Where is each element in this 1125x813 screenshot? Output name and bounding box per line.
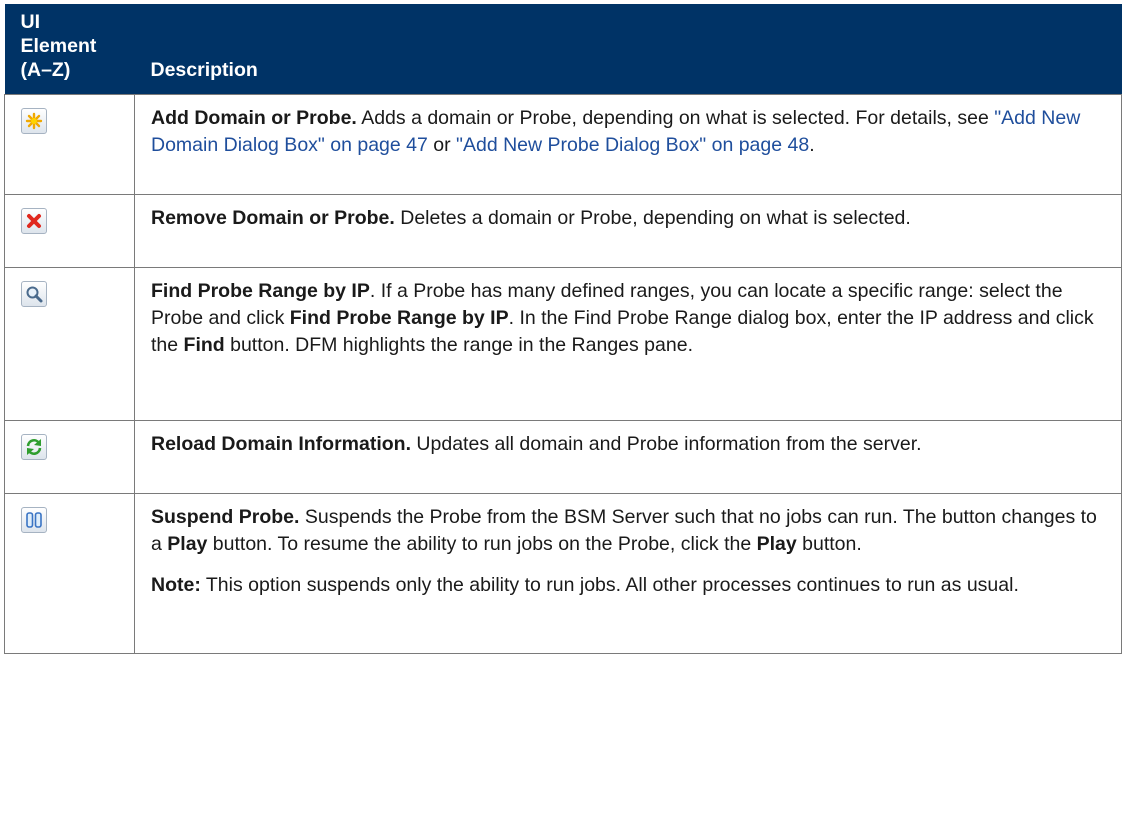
description-text: Deletes a domain or Probe, depending on … bbox=[394, 207, 911, 229]
description-paragraph: Find Probe Range by IP. If a Probe has m… bbox=[151, 278, 1107, 359]
table-row: Remove Domain or Probe. Deletes a domain… bbox=[4, 194, 1122, 268]
icon-cell bbox=[4, 194, 135, 268]
icon-cell bbox=[4, 94, 135, 195]
bold-term: Find Probe Range by IP bbox=[289, 307, 509, 329]
pause-icon bbox=[21, 507, 47, 533]
description-paragraph: Remove Domain or Probe. Deletes a domain… bbox=[151, 205, 1107, 232]
icon-cell bbox=[4, 267, 135, 421]
description-cell: Reload Domain Information. Updates all d… bbox=[134, 420, 1122, 494]
description-text: button. bbox=[796, 533, 862, 555]
description-cell: Suspend Probe. Suspends the Probe from t… bbox=[134, 493, 1122, 654]
description-text: button. DFM highlights the range in the … bbox=[224, 334, 693, 356]
description-cell: Find Probe Range by IP. If a Probe has m… bbox=[134, 267, 1122, 421]
description-cell: Add Domain or Probe. Adds a domain or Pr… bbox=[134, 94, 1122, 195]
header-line: (A–Z) bbox=[20, 59, 71, 81]
description-paragraph: Reload Domain Information. Updates all d… bbox=[151, 431, 1107, 458]
add-star-icon bbox=[21, 108, 47, 134]
description-paragraph: Suspend Probe. Suspends the Probe from t… bbox=[151, 504, 1107, 558]
table-row: Suspend Probe. Suspends the Probe from t… bbox=[4, 493, 1122, 654]
description-text: . bbox=[809, 134, 815, 156]
ui-elements-table: UI Element (A–Z) Description Add Domain … bbox=[4, 4, 1122, 654]
element-title: Find Probe Range by IP bbox=[151, 280, 370, 302]
bold-term: Find bbox=[183, 334, 225, 356]
bold-term: Play bbox=[756, 533, 797, 555]
icon-cell bbox=[4, 420, 135, 494]
element-title: Remove Domain or Probe. bbox=[151, 207, 395, 229]
header-line: Element bbox=[20, 35, 97, 57]
reload-icon bbox=[21, 434, 47, 460]
remove-x-icon bbox=[21, 208, 47, 234]
description-text: Adds a domain or Probe, depending on wha… bbox=[356, 107, 995, 129]
magnifier-icon bbox=[21, 281, 47, 307]
icon-cell bbox=[4, 493, 135, 654]
description-text: or bbox=[427, 134, 457, 156]
description-text: This option suspends only the ability to… bbox=[200, 574, 1019, 596]
column-header-description: Description bbox=[134, 4, 1122, 95]
element-title: Reload Domain Information. bbox=[151, 433, 412, 455]
description-cell: Remove Domain or Probe. Deletes a domain… bbox=[134, 194, 1122, 268]
table-row: Find Probe Range by IP. If a Probe has m… bbox=[4, 267, 1122, 421]
table-row: Add Domain or Probe. Adds a domain or Pr… bbox=[4, 94, 1122, 195]
column-header-ui-element: UI Element (A–Z) bbox=[4, 4, 135, 95]
note-paragraph: Note: This option suspends only the abil… bbox=[151, 572, 1107, 599]
note-label: Note: bbox=[151, 574, 201, 596]
table-header-row: UI Element (A–Z) Description bbox=[4, 4, 1122, 95]
element-title: Add Domain or Probe. bbox=[151, 107, 357, 129]
table-row: Reload Domain Information. Updates all d… bbox=[4, 420, 1122, 494]
description-text: button. To resume the ability to run job… bbox=[207, 533, 757, 555]
bold-term: Play bbox=[167, 533, 208, 555]
description-paragraph: Add Domain or Probe. Adds a domain or Pr… bbox=[151, 105, 1107, 159]
header-line: UI bbox=[20, 11, 41, 33]
element-title: Suspend Probe. bbox=[151, 506, 300, 528]
description-text: Updates all domain and Probe information… bbox=[411, 433, 922, 455]
link-add-new-probe[interactable]: "Add New Probe Dialog Box" on page 48 bbox=[456, 134, 809, 156]
